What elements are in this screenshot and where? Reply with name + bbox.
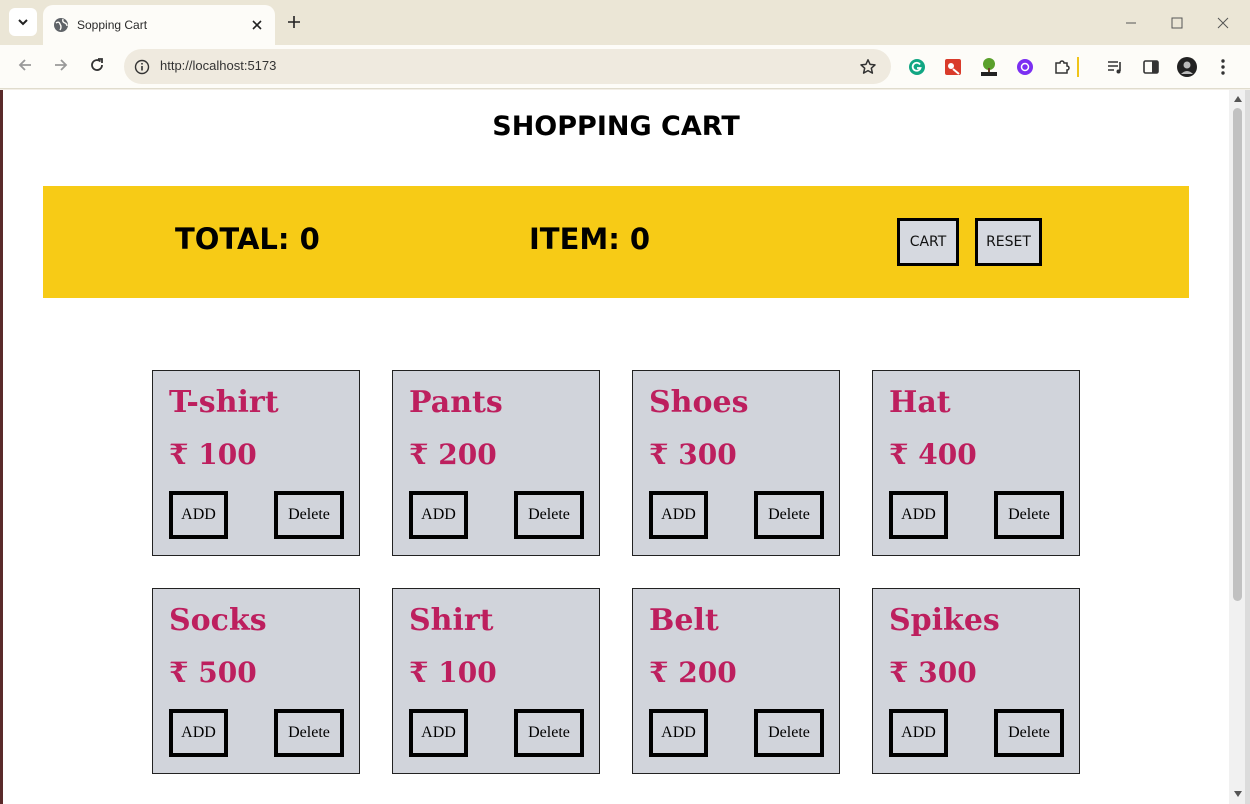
- add-button[interactable]: ADD: [889, 491, 948, 539]
- info-icon[interactable]: [133, 58, 151, 76]
- product-price: ₹ 300: [889, 656, 977, 689]
- new-tab-button[interactable]: [283, 12, 305, 34]
- reload-icon: [89, 57, 105, 77]
- sidepanel-icon[interactable]: [1140, 56, 1162, 78]
- tab-search-button[interactable]: [9, 8, 37, 36]
- url-text[interactable]: http://localhost:5173: [160, 58, 276, 73]
- minimize-button[interactable]: [1120, 12, 1142, 34]
- close-icon: [1217, 14, 1229, 33]
- product-name: Spikes: [889, 603, 1000, 638]
- close-icon[interactable]: [249, 17, 265, 33]
- product-card-pants: Pants ₹ 200 ADD Delete: [392, 370, 600, 556]
- maximize-button[interactable]: [1166, 12, 1188, 34]
- browser-tab[interactable]: Sopping Cart: [43, 5, 275, 45]
- product-name: T-shirt: [169, 385, 279, 420]
- delete-button[interactable]: Delete: [754, 491, 824, 539]
- product-name: Shoes: [649, 385, 749, 420]
- product-card-belt: Belt ₹ 200 ADD Delete: [632, 588, 840, 774]
- extension-purple-icon[interactable]: [1014, 56, 1036, 78]
- arrow-left-icon: [17, 57, 33, 77]
- delete-button[interactable]: Delete: [754, 709, 824, 757]
- browser-toolbar: http://localhost:5173: [0, 45, 1250, 89]
- minimize-icon: [1125, 14, 1137, 33]
- delete-button[interactable]: Delete: [994, 709, 1064, 757]
- more-vertical-icon[interactable]: [1212, 56, 1234, 78]
- chevron-down-icon: [17, 13, 29, 32]
- background-window-edge: [1245, 90, 1250, 804]
- add-button[interactable]: ADD: [169, 709, 228, 757]
- product-card-spikes: Spikes ₹ 300 ADD Delete: [872, 588, 1080, 774]
- toolbar-divider: [1077, 57, 1079, 77]
- globe-icon: [53, 17, 69, 33]
- product-name: Belt: [649, 603, 719, 638]
- product-price: ₹ 300: [649, 438, 737, 471]
- product-price: ₹ 400: [889, 438, 977, 471]
- add-button[interactable]: ADD: [169, 491, 228, 539]
- page-title: SHOPPING CART: [492, 111, 740, 142]
- maximize-icon: [1171, 14, 1183, 33]
- add-button[interactable]: ADD: [649, 491, 708, 539]
- product-card-shirt: Shirt ₹ 100 ADD Delete: [392, 588, 600, 774]
- forward-button[interactable]: [49, 55, 73, 79]
- product-price: ₹ 100: [409, 656, 497, 689]
- add-button[interactable]: ADD: [409, 709, 468, 757]
- reset-button[interactable]: RESET: [975, 218, 1042, 266]
- profile-icon[interactable]: [1176, 56, 1198, 78]
- star-icon[interactable]: [858, 57, 878, 77]
- tab-title: Sopping Cart: [77, 18, 148, 32]
- product-name: Pants: [409, 385, 503, 420]
- plus-icon: [287, 14, 301, 33]
- cart-summary-banner: TOTAL: 0 ITEM: 0 CART RESET: [43, 186, 1189, 298]
- product-price: ₹ 100: [169, 438, 257, 471]
- scroll-up-arrow-icon[interactable]: [1233, 95, 1242, 103]
- product-name: Shirt: [409, 603, 494, 638]
- product-name: Hat: [889, 385, 951, 420]
- browser-tab-strip: Sopping Cart: [0, 0, 1250, 45]
- product-card-hat: Hat ₹ 400 ADD Delete: [872, 370, 1080, 556]
- page-scrollbar[interactable]: [1229, 90, 1245, 804]
- add-button[interactable]: ADD: [409, 491, 468, 539]
- extension-red-icon[interactable]: [942, 56, 964, 78]
- product-card-shoes: Shoes ₹ 300 ADD Delete: [632, 370, 840, 556]
- back-button[interactable]: [13, 55, 37, 79]
- item-count-label: ITEM: 0: [529, 222, 651, 256]
- add-button[interactable]: ADD: [649, 709, 708, 757]
- address-bar[interactable]: http://localhost:5173: [124, 49, 891, 84]
- html-extension-icon[interactable]: [978, 56, 1000, 78]
- delete-button[interactable]: Delete: [994, 491, 1064, 539]
- grammarly-icon[interactable]: [906, 56, 928, 78]
- product-price: ₹ 500: [169, 656, 257, 689]
- cart-button[interactable]: CART: [897, 218, 959, 266]
- media-icon[interactable]: [1104, 56, 1126, 78]
- page-viewport: SHOPPING CART TOTAL: 0 ITEM: 0 CART RESE…: [3, 90, 1229, 804]
- delete-button[interactable]: Delete: [274, 709, 344, 757]
- arrow-right-icon: [53, 57, 69, 77]
- scroll-thumb[interactable]: [1233, 108, 1242, 601]
- reload-button[interactable]: [85, 55, 109, 79]
- product-card-socks: Socks ₹ 500 ADD Delete: [152, 588, 360, 774]
- product-card-tshirt: T-shirt ₹ 100 ADD Delete: [152, 370, 360, 556]
- scroll-down-arrow-icon[interactable]: [1233, 790, 1242, 798]
- puzzle-icon[interactable]: [1051, 56, 1073, 78]
- delete-button[interactable]: Delete: [514, 491, 584, 539]
- product-price: ₹ 200: [409, 438, 497, 471]
- close-window-button[interactable]: [1212, 12, 1234, 34]
- product-price: ₹ 200: [649, 656, 737, 689]
- delete-button[interactable]: Delete: [274, 491, 344, 539]
- product-name: Socks: [169, 603, 267, 638]
- add-button[interactable]: ADD: [889, 709, 948, 757]
- delete-button[interactable]: Delete: [514, 709, 584, 757]
- total-label: TOTAL: 0: [175, 222, 320, 256]
